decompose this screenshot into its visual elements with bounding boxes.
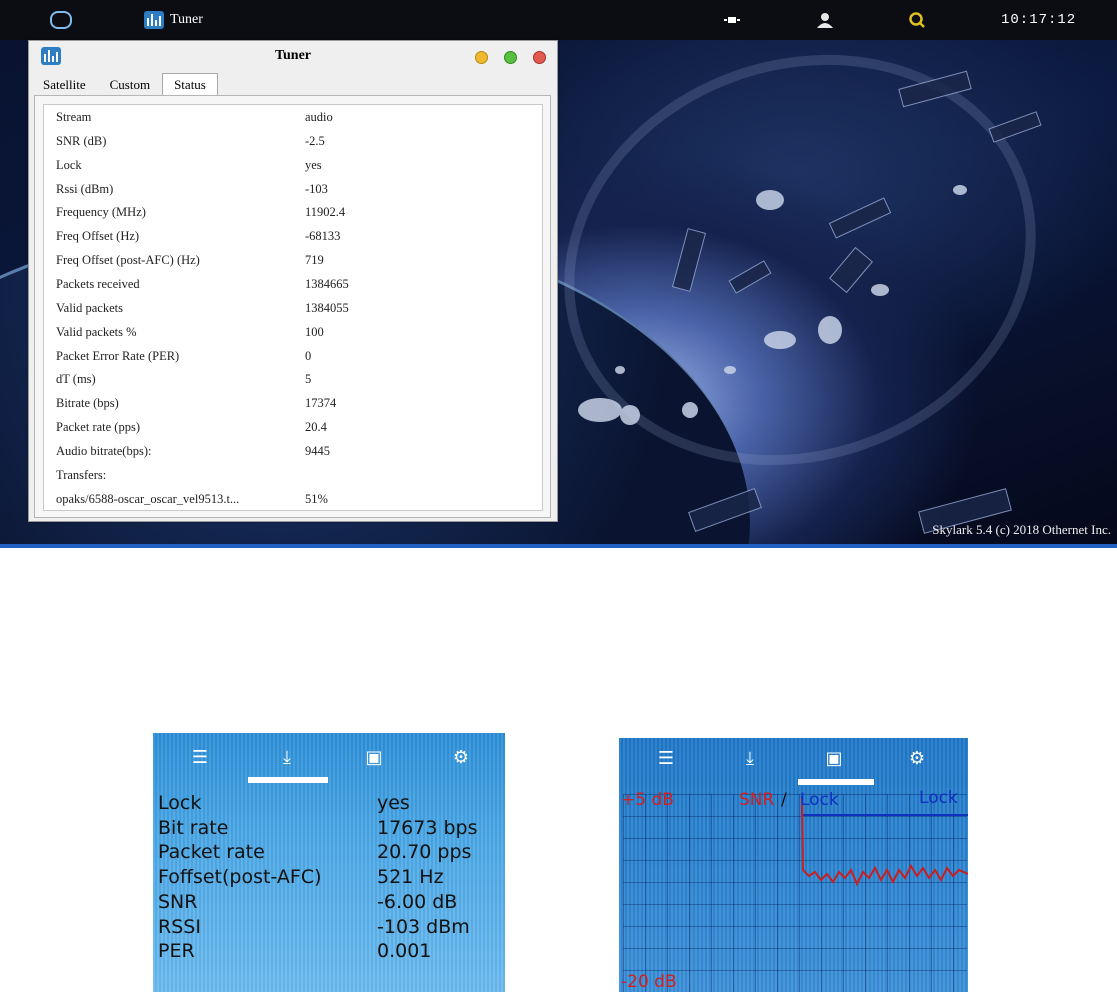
image-icon: ▣: [365, 747, 383, 768]
status-value: 1384665: [305, 276, 349, 291]
status-key: opaks/6588-oscar_oscar_vel9513.t...: [56, 491, 240, 506]
status-value: 100: [305, 324, 324, 339]
status-value: 17374: [305, 396, 337, 411]
status-key: Transfers:: [56, 467, 107, 482]
device-status-key: SNR: [158, 890, 198, 913]
signal-graph-traces: [801, 796, 968, 887]
status-value: 20.4: [305, 420, 327, 435]
copyright-text: Skylark 5.4 (c) 2018 Othernet Inc.: [932, 522, 1111, 537]
status-value: 11902.4: [305, 205, 346, 220]
status-key: Bitrate (bps): [56, 396, 119, 411]
top-db-label: +5 dB: [621, 790, 674, 810]
device-status-value: -6.00 dB: [377, 890, 458, 913]
network-icon[interactable]: [722, 0, 742, 40]
maximize-button[interactable]: [504, 51, 517, 64]
launcher-button[interactable]: [48, 0, 74, 40]
status-key: Lock: [56, 157, 82, 172]
status-value: audio: [305, 110, 333, 124]
tab-satellite[interactable]: Satellite: [31, 73, 98, 97]
device-graph-photo: ☰ ⤓ ▣ ⚙ +5 dB SNR / Lock Lock -20 dB: [619, 738, 968, 992]
device-status-key: PER: [158, 940, 195, 963]
device-status-value: yes: [377, 792, 410, 814]
device-status-key: Foffset(post-AFC): [158, 866, 322, 889]
status-key: SNR (dB): [56, 133, 107, 148]
status-value: -2.5: [305, 133, 325, 148]
lock-right-label: Lock: [919, 788, 958, 808]
status-key: Packets received: [56, 276, 140, 291]
status-value: -68133: [305, 229, 341, 244]
device-status-key: Lock: [158, 792, 202, 814]
status-key: Freq Offset (post-AFC) (Hz): [56, 253, 200, 268]
tuner-app-icon: [144, 11, 164, 29]
taskbar-app-label: Tuner: [170, 12, 203, 27]
status-value: 51%: [305, 491, 328, 506]
status-value: -103: [305, 181, 328, 196]
tuner-window: Tuner Satellite Custom Status Stream audi…: [28, 40, 558, 522]
list-icon: ☰: [191, 747, 209, 768]
desktop-bottom-line: [0, 544, 1117, 548]
device-status-value: 20.70 pps: [377, 841, 472, 864]
status-key: Packet rate (pps): [56, 420, 140, 435]
legend-separator: /: [781, 790, 787, 810]
status-value: 9445: [305, 443, 330, 458]
status-key: Packet Error Rate (PER): [56, 348, 180, 363]
download-icon: ⤓: [283, 747, 291, 768]
taskbar: Tuner 10:17:12: [0, 0, 1117, 40]
snr-legend-label: SNR: [739, 790, 775, 810]
status-key: Audio bitrate(bps):: [56, 443, 152, 458]
device-status-key: RSSI: [158, 915, 201, 938]
circle-launcher-icon: [50, 11, 72, 29]
user-icon[interactable]: [815, 0, 835, 40]
status-key: Freq Offset (Hz): [56, 229, 140, 244]
device-status-photo: ☰ ⤓ ▣ ⚙ Lock yes Bit rate 17673 bps Packet r…: [153, 733, 505, 992]
status-value: 5: [305, 372, 312, 387]
device-status-key: Packet rate: [158, 841, 265, 864]
status-value: yes: [305, 157, 322, 172]
status-key: Valid packets: [56, 300, 123, 315]
status-value: 719: [305, 253, 324, 268]
taskbar-tuner-item[interactable]: Tuner: [144, 0, 203, 40]
status-key: Stream: [56, 110, 92, 124]
snr-trace: [801, 797, 968, 887]
gear-icon: ⚙: [452, 747, 470, 768]
status-list: Stream audio SNR (dB) -2.5 Lock yes Rssi (dBm)…: [43, 104, 543, 511]
status-key: Frequency (MHz): [56, 205, 146, 220]
status-key: Valid packets %: [56, 324, 137, 339]
status-key: dT (ms): [56, 372, 96, 387]
bottom-db-label: -20 dB: [621, 972, 677, 992]
close-button[interactable]: [533, 51, 546, 64]
active-tab-indicator: [248, 777, 328, 783]
tab-status[interactable]: Status: [162, 73, 218, 97]
device-status-value: 17673 bps: [377, 816, 478, 839]
status-value: 0: [305, 348, 312, 363]
clock: 10:17:12: [1001, 12, 1077, 28]
device-status-value: 0.001: [377, 940, 432, 963]
device-nav-bar: ☰ ⤓ ▣ ⚙: [153, 749, 505, 771]
device-status-value: -103 dBm: [377, 915, 470, 938]
status-key: Rssi (dBm): [56, 181, 114, 196]
device-status-key: Bit rate: [158, 816, 229, 839]
tab-bar: Satellite Custom Status: [31, 73, 218, 97]
device-status-value: 521 Hz: [377, 866, 444, 889]
window-titlebar[interactable]: Tuner: [29, 41, 557, 71]
search-icon[interactable]: [907, 0, 927, 40]
lock-legend-label: Lock: [800, 790, 839, 810]
minimize-button[interactable]: [475, 51, 488, 64]
status-panel: Stream audio SNR (dB) -2.5 Lock yes Rssi (dBm)…: [34, 95, 551, 518]
status-value: 1384055: [305, 300, 349, 315]
space-debris-graphic: [578, 70, 1042, 534]
tab-custom[interactable]: Custom: [98, 73, 162, 97]
